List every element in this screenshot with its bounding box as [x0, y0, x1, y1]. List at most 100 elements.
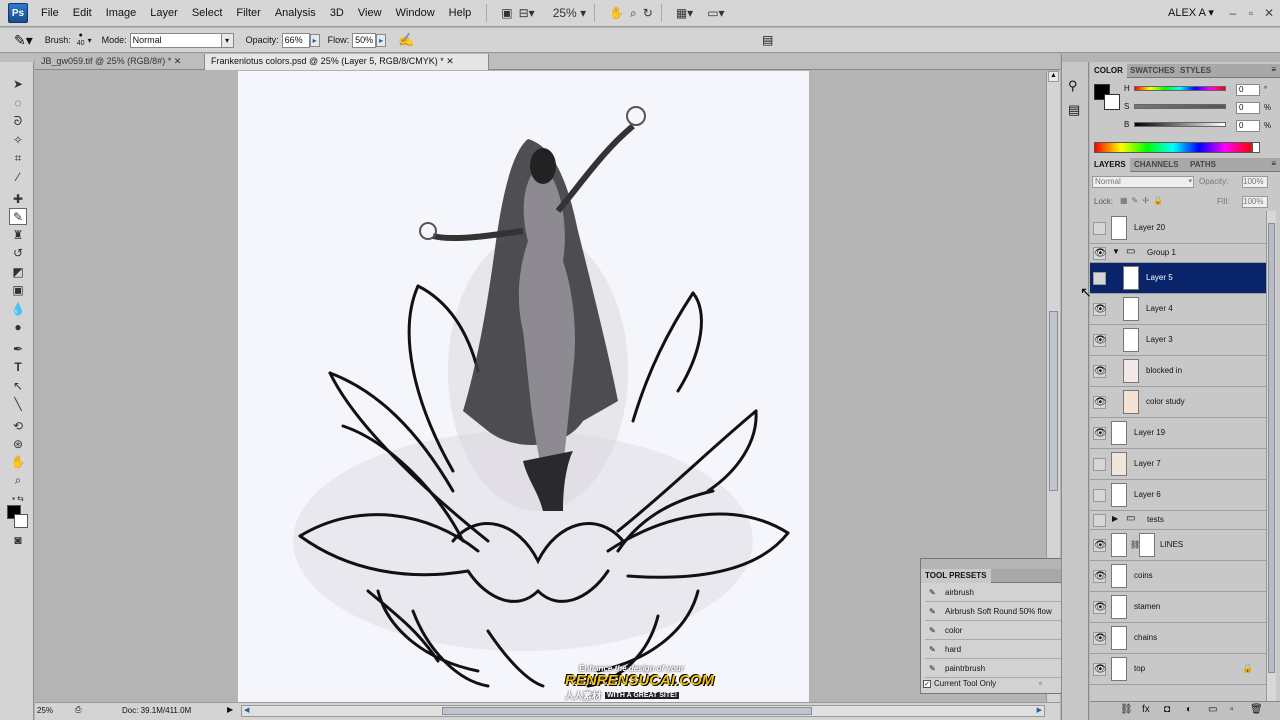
close-icon[interactable]: ✕: [1262, 6, 1276, 20]
layer-row[interactable]: Layer 20: [1090, 213, 1266, 244]
menu-help[interactable]: Help: [442, 0, 479, 27]
pen-tool-icon[interactable]: ✒: [9, 341, 27, 358]
menu-3d[interactable]: 3D: [323, 0, 351, 27]
background-color-swatch[interactable]: [14, 514, 28, 528]
lasso-tool-icon[interactable]: ᘐ: [9, 113, 27, 130]
visibility-toggle[interactable]: [1093, 222, 1106, 235]
status-menu-arrow-icon[interactable]: ▶: [227, 705, 233, 714]
brush-tool-preset-icon[interactable]: ✎▾: [14, 32, 33, 49]
blend-mode-select[interactable]: Normal ▾: [1092, 176, 1194, 188]
eye-icon[interactable]: 👁: [1093, 632, 1107, 645]
tab-jb-gw059[interactable]: JB_gw059.tif @ 25% (RGB/8#) * ✕: [35, 54, 205, 70]
3d-orbit-tool-icon[interactable]: ⊛: [9, 436, 27, 453]
visibility-toggle[interactable]: [1093, 489, 1106, 502]
tab-layers[interactable]: LAYERS: [1090, 158, 1130, 172]
scroll-left-icon[interactable]: ◀: [244, 706, 249, 714]
tab-color[interactable]: COLOR: [1090, 64, 1127, 78]
fill-input[interactable]: 100%: [1242, 196, 1268, 208]
visibility-toggle[interactable]: [1093, 514, 1106, 527]
crop-tool-icon[interactable]: ⌗: [9, 150, 27, 167]
eye-icon[interactable]: 👁: [1093, 247, 1107, 260]
zoom-level-dropdown[interactable]: 25% ▾: [553, 3, 586, 23]
b-input[interactable]: 0: [1236, 120, 1260, 132]
eye-icon[interactable]: 👁: [1093, 396, 1107, 409]
hue-slider[interactable]: [1134, 86, 1226, 91]
clone-stamp-tool-icon[interactable]: ♜: [9, 227, 27, 244]
menu-file[interactable]: File: [34, 0, 66, 27]
magic-wand-tool-icon[interactable]: ✧: [9, 132, 27, 149]
document-canvas[interactable]: [238, 71, 809, 702]
line-tool-icon[interactable]: ╲: [9, 396, 27, 413]
layer-mask-thumbnail[interactable]: [1139, 533, 1155, 557]
tab-channels[interactable]: CHANNELS: [1130, 158, 1182, 172]
opacity-input[interactable]: 66%: [281, 32, 310, 48]
status-zoom[interactable]: 25%: [37, 706, 53, 715]
panel-dock-header[interactable]: [1090, 54, 1280, 62]
actions-panel-icon[interactable]: ▤: [1068, 102, 1080, 118]
menu-analysis[interactable]: Analysis: [268, 0, 323, 27]
flow-input[interactable]: 50%: [352, 32, 377, 48]
brush-panel-icon[interactable]: ▤: [762, 33, 773, 47]
tab-styles[interactable]: STYLES: [1176, 64, 1215, 78]
layers-scroll-thumb[interactable]: [1268, 223, 1275, 673]
move-tool-icon[interactable]: ➤: [9, 76, 27, 93]
tab-swatches[interactable]: SWATCHES: [1126, 64, 1179, 78]
menu-filter[interactable]: Filter: [229, 0, 267, 27]
link-layers-icon[interactable]: ⛓: [1120, 704, 1133, 715]
strip-header[interactable]: [1062, 54, 1089, 62]
layer-row-selected[interactable]: Layer 5: [1090, 263, 1266, 294]
hand-tool-icon[interactable]: ✋: [9, 454, 27, 471]
mode-select[interactable]: Normal ▾: [129, 32, 234, 48]
add-mask-icon[interactable]: ◘: [1164, 704, 1170, 715]
white-swatch[interactable]: [1252, 142, 1260, 153]
eye-icon[interactable]: 👁: [1093, 427, 1107, 440]
layer-row[interactable]: 👁 coins: [1090, 561, 1266, 592]
layer-style-icon[interactable]: fx: [1142, 704, 1150, 715]
menu-image[interactable]: Image: [99, 0, 144, 27]
zoom-tool-icon[interactable]: ⌕: [9, 472, 27, 489]
brush-preset-picker[interactable]: ● 40: [77, 32, 85, 48]
rotate-view-icon[interactable]: ↻: [643, 3, 653, 23]
layer-row[interactable]: Layer 7: [1090, 449, 1266, 480]
minimize-icon[interactable]: –: [1226, 6, 1240, 20]
layer-row[interactable]: 👁 Layer 3: [1090, 325, 1266, 356]
layer-row[interactable]: 👁 Layer 19: [1090, 418, 1266, 449]
tools-panel-header[interactable]: [0, 54, 34, 62]
close-icon[interactable]: ✕: [174, 56, 182, 66]
s-input[interactable]: 0: [1236, 102, 1260, 114]
eye-icon[interactable]: 👁: [1093, 334, 1107, 347]
group-expand-icon[interactable]: ▼: [1112, 247, 1120, 256]
visibility-toggle[interactable]: [1093, 272, 1106, 285]
bridge-icon[interactable]: ▣: [501, 3, 512, 23]
eyedropper-tool-icon[interactable]: ⁄: [9, 169, 27, 186]
layers-scrollbar[interactable]: [1266, 211, 1276, 701]
brightness-slider[interactable]: [1134, 122, 1226, 127]
user-menu[interactable]: ALEX A ▾: [1168, 0, 1214, 27]
eye-icon[interactable]: 👁: [1093, 539, 1107, 552]
healing-brush-tool-icon[interactable]: ✚: [9, 191, 27, 208]
tab-frankenlotus[interactable]: Frankenlotus colors.psd @ 25% (Layer 5, …: [205, 54, 489, 70]
color-ramp[interactable]: [1094, 142, 1252, 153]
new-layer-icon[interactable]: ▫: [1230, 704, 1234, 715]
path-selection-tool-icon[interactable]: ↖: [9, 378, 27, 395]
history-panel-icon[interactable]: ⚲: [1068, 78, 1078, 94]
gradient-tool-icon[interactable]: ▣: [9, 282, 27, 299]
tab-paths[interactable]: PATHS: [1186, 158, 1220, 172]
panel-menu-icon[interactable]: ≡: [1271, 65, 1276, 74]
view-extras-icon[interactable]: ⊟▾: [519, 3, 535, 23]
layer-row[interactable]: 👁 color study: [1090, 387, 1266, 418]
layer-row[interactable]: 👁 blocked in: [1090, 356, 1266, 387]
chevron-down-icon[interactable]: ▾: [88, 36, 92, 45]
menu-view[interactable]: View: [351, 0, 389, 27]
hand-icon[interactable]: ✋: [609, 3, 624, 23]
flow-slider-toggle[interactable]: ▸: [376, 33, 387, 47]
zoom-icon[interactable]: ⌕: [630, 3, 637, 23]
layer-row[interactable]: 👁 Layer 4: [1090, 294, 1266, 325]
menu-edit[interactable]: Edit: [66, 0, 99, 27]
quick-mask-icon[interactable]: ◙: [9, 532, 27, 549]
dodge-tool-icon[interactable]: ●: [9, 319, 27, 336]
background-color-swatch[interactable]: [1104, 94, 1120, 110]
status-export-icon[interactable]: ⎙: [75, 705, 81, 715]
horizontal-scrollbar[interactable]: ◀ ▶: [241, 705, 1045, 717]
preset-item[interactable]: ✎ Airbrush Soft Round 50% flow: [925, 603, 1075, 621]
